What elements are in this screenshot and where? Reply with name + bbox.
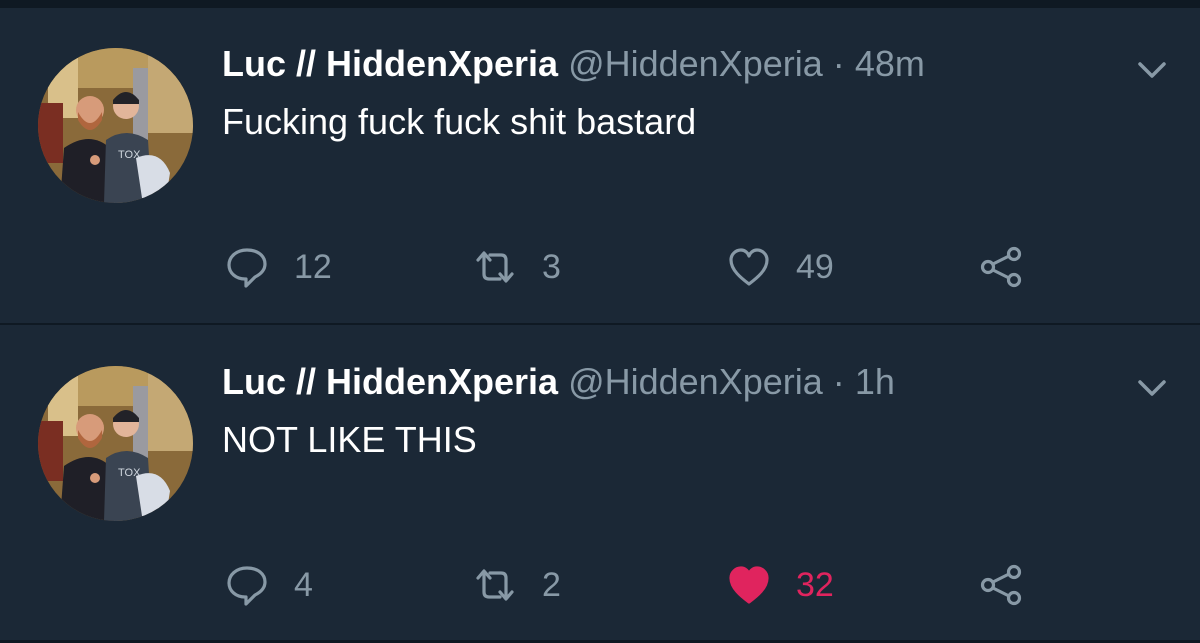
like-count: 32 bbox=[796, 565, 834, 604]
retweet-button[interactable]: 2 bbox=[472, 560, 561, 610]
display-name[interactable]: Luc // HiddenXperia bbox=[222, 361, 558, 402]
retweet-count: 2 bbox=[542, 565, 561, 604]
tweet[interactable]: TOX Luc // HiddenXperia @HiddenXperia · … bbox=[0, 8, 1200, 324]
share-button[interactable] bbox=[978, 242, 1024, 292]
reply-button[interactable]: 12 bbox=[224, 242, 332, 292]
tweet-text: Fucking fuck fuck shit bastard bbox=[222, 101, 697, 142]
share-icon bbox=[980, 564, 1022, 606]
tweet-header: Luc // HiddenXperia @HiddenXperia · 1h bbox=[222, 360, 895, 404]
chevron-down-icon[interactable] bbox=[1134, 376, 1170, 400]
tweet[interactable]: TOX Luc // HiddenXperia @HiddenXperia · … bbox=[0, 326, 1200, 642]
separator-dot: · bbox=[832, 361, 845, 402]
chevron-down-icon[interactable] bbox=[1134, 58, 1170, 82]
top-border bbox=[0, 0, 1200, 8]
like-count: 49 bbox=[796, 247, 834, 286]
timestamp[interactable]: 1h bbox=[855, 361, 895, 402]
timestamp[interactable]: 48m bbox=[855, 43, 925, 84]
retweet-icon bbox=[476, 569, 514, 601]
retweet-icon bbox=[476, 251, 514, 283]
user-handle[interactable]: @HiddenXperia bbox=[568, 361, 823, 402]
reply-icon bbox=[227, 566, 267, 606]
share-button[interactable] bbox=[978, 560, 1024, 610]
tweet-feed: TOX Luc // HiddenXperia @HiddenXperia · … bbox=[0, 0, 1200, 643]
avatar[interactable]: TOX bbox=[38, 48, 193, 203]
user-handle[interactable]: @HiddenXperia bbox=[568, 43, 823, 84]
heart-icon bbox=[729, 566, 769, 604]
tweet-actions: 4 2 32 bbox=[0, 560, 1200, 610]
display-name[interactable]: Luc // HiddenXperia bbox=[222, 43, 558, 84]
like-button[interactable]: 32 bbox=[726, 560, 834, 610]
tweet-header: Luc // HiddenXperia @HiddenXperia · 48m bbox=[222, 42, 925, 86]
share-icon bbox=[980, 246, 1022, 288]
reply-count: 4 bbox=[294, 565, 313, 604]
retweet-count: 3 bbox=[542, 247, 561, 286]
reply-count: 12 bbox=[294, 247, 332, 286]
tweet-text: NOT LIKE THIS bbox=[222, 419, 477, 460]
like-button[interactable]: 49 bbox=[726, 242, 834, 292]
tweet-divider bbox=[0, 323, 1200, 325]
separator-dot: · bbox=[832, 43, 845, 84]
tweet-actions: 12 3 49 bbox=[0, 242, 1200, 292]
avatar[interactable]: TOX bbox=[38, 366, 193, 521]
retweet-button[interactable]: 3 bbox=[472, 242, 561, 292]
reply-button[interactable]: 4 bbox=[224, 560, 313, 610]
reply-icon bbox=[227, 248, 267, 288]
heart-icon bbox=[729, 248, 769, 286]
